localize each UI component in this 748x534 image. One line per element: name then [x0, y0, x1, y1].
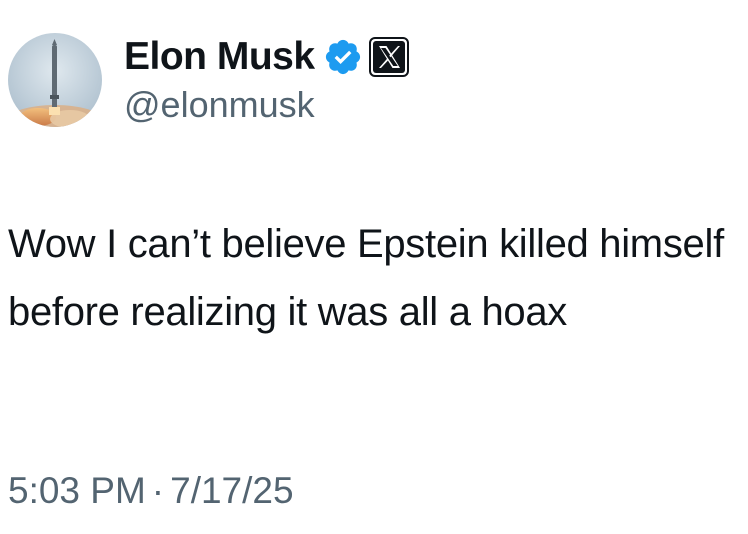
- x-logo-icon: [368, 37, 409, 77]
- display-name[interactable]: Elon Musk: [124, 35, 315, 79]
- name-row: Elon Musk: [124, 34, 409, 80]
- avatar-image: [8, 33, 102, 127]
- avatar[interactable]: [8, 33, 102, 127]
- tweet-text: Wow I can’t believe Epstein killed himse…: [8, 222, 724, 334]
- user-identity: Elon Musk @elonmusk: [124, 34, 409, 126]
- verified-badge-icon: [323, 37, 363, 77]
- tweet-timestamp[interactable]: 5:03 PM · 7/17/25: [8, 470, 294, 512]
- tweet-date: 7/17/25: [170, 470, 294, 511]
- user-handle[interactable]: @elonmusk: [124, 84, 409, 126]
- tweet-time: 5:03 PM: [8, 470, 146, 511]
- tweet-header: Elon Musk @elonmusk: [8, 30, 409, 130]
- meta-separator: ·: [151, 470, 165, 511]
